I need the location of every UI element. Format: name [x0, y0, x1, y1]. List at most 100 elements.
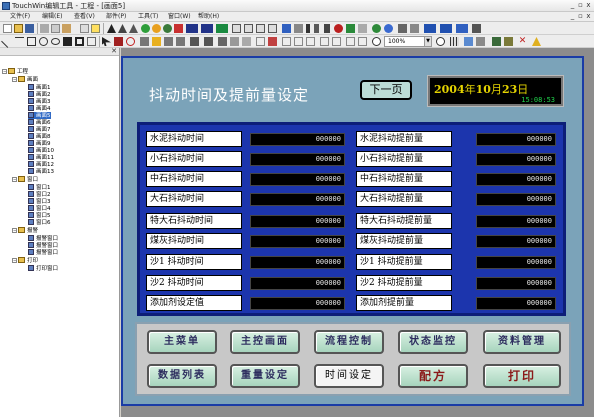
- color-icon[interactable]: [114, 37, 123, 46]
- tree-item-window6[interactable]: 窗口6: [28, 219, 51, 226]
- tree-item-alarm1[interactable]: 报警窗口: [28, 235, 58, 242]
- tree-folder-windows[interactable]: − 窗口: [12, 176, 38, 183]
- tree-item-alarm2[interactable]: 报警窗口: [28, 242, 58, 249]
- close-icon[interactable]: ✕: [111, 47, 117, 55]
- menu-edit[interactable]: 编辑(E): [42, 12, 62, 22]
- cut-icon[interactable]: [40, 24, 49, 33]
- tree-item-screen12[interactable]: 画面12: [28, 161, 54, 168]
- menu-view[interactable]: 查看(V): [74, 12, 95, 22]
- advance-value-field[interactable]: 000000: [476, 133, 556, 146]
- minimize-button[interactable]: _: [569, 2, 576, 9]
- tree-item-screen6[interactable]: 画面6: [28, 119, 51, 126]
- rectangle-tool-icon[interactable]: [27, 37, 36, 46]
- text-a-icon[interactable]: [107, 24, 116, 33]
- tree-item-screen8[interactable]: 画面8: [28, 133, 51, 140]
- grid-icon[interactable]: [346, 37, 355, 46]
- screen-button-icon[interactable]: [268, 24, 277, 33]
- align-center-icon[interactable]: [152, 37, 161, 46]
- same-size-icon[interactable]: [242, 37, 251, 46]
- run-icon[interactable]: [372, 24, 381, 33]
- switch-icon[interactable]: [174, 24, 183, 33]
- data-management-button[interactable]: 资料管理: [483, 330, 561, 354]
- align-bottom-icon[interactable]: [204, 37, 213, 46]
- align-middle-icon[interactable]: [190, 37, 199, 46]
- toggle-button-icon[interactable]: [256, 24, 265, 33]
- graph-icon[interactable]: [282, 24, 291, 33]
- tree-item-screen10[interactable]: 画面10: [28, 147, 54, 154]
- simulate-icon[interactable]: [384, 24, 393, 33]
- bar-part-icon[interactable]: [216, 24, 228, 33]
- tree-item-screen3[interactable]: 画面3: [28, 98, 51, 105]
- button-part-icon[interactable]: [186, 24, 198, 33]
- delete-icon[interactable]: ✕: [518, 37, 527, 46]
- help-icon[interactable]: [91, 24, 100, 33]
- advance-value-field[interactable]: 000000: [476, 215, 556, 228]
- same-width-icon[interactable]: [218, 37, 227, 46]
- table-tool-icon[interactable]: [87, 37, 96, 46]
- tree-folder-print[interactable]: − 打印: [12, 257, 38, 264]
- print-button[interactable]: 打印: [483, 364, 561, 388]
- lock-icon[interactable]: [324, 24, 330, 33]
- chart-icon[interactable]: [424, 24, 436, 33]
- copy-icon[interactable]: [51, 24, 60, 33]
- next-page-button[interactable]: 下一页: [360, 80, 412, 100]
- advance-value-field[interactable]: 000000: [476, 153, 556, 166]
- frame-tool-icon[interactable]: [75, 37, 84, 46]
- weight-setting-button[interactable]: 重量设定: [230, 364, 300, 388]
- menu-help[interactable]: 帮助(H): [198, 12, 219, 22]
- project-props-icon[interactable]: [504, 37, 513, 46]
- doc-restore-button[interactable]: ▫: [577, 13, 584, 20]
- select-pointer-icon[interactable]: [102, 37, 111, 46]
- tree-item-window5[interactable]: 窗口5: [28, 212, 51, 219]
- zoom-in-icon[interactable]: [436, 37, 445, 46]
- maximize-button[interactable]: ▫: [577, 2, 584, 9]
- tree-folder-screens[interactable]: − 画面: [12, 76, 38, 83]
- collapse-icon[interactable]: −: [2, 69, 7, 74]
- trend-icon[interactable]: [440, 24, 452, 33]
- target-icon[interactable]: [126, 37, 135, 46]
- print-icon[interactable]: [80, 24, 89, 33]
- main-menu-button[interactable]: 主菜单: [147, 330, 217, 354]
- tree-item-window1[interactable]: 窗口1: [28, 184, 51, 191]
- tree-item-screen13[interactable]: 画面13: [28, 168, 54, 175]
- group-icon[interactable]: [306, 37, 315, 46]
- home-icon[interactable]: [532, 37, 541, 46]
- advance-value-field[interactable]: 000000: [476, 173, 556, 186]
- advance-value-field[interactable]: 000000: [476, 235, 556, 248]
- align-top-icon[interactable]: [176, 37, 185, 46]
- upload-icon[interactable]: [358, 24, 367, 33]
- text-style-icon[interactable]: [129, 24, 138, 33]
- advance-value-field[interactable]: 000000: [476, 256, 556, 269]
- data-list-button[interactable]: 数据列表: [147, 364, 217, 388]
- menu-file[interactable]: 文件(F): [10, 12, 30, 22]
- lamp-icon[interactable]: [163, 24, 172, 33]
- tree-item-screen11[interactable]: 画面11: [28, 154, 54, 161]
- tree-item-screen7[interactable]: 画面7: [28, 126, 51, 133]
- main-control-button[interactable]: 主控画面: [230, 330, 300, 354]
- tree-item-screen9[interactable]: 画面9: [28, 140, 51, 147]
- settings-icon[interactable]: [410, 24, 419, 33]
- ellipse-tool-icon[interactable]: [51, 38, 60, 45]
- comm-icon[interactable]: [398, 24, 407, 33]
- collapse-icon[interactable]: −: [12, 228, 17, 233]
- snap-icon[interactable]: [358, 37, 367, 46]
- doc-minimize-button[interactable]: _: [569, 13, 576, 20]
- process-control-button[interactable]: 流程控制: [314, 330, 384, 354]
- data-icon[interactable]: [456, 24, 468, 33]
- advance-value-field[interactable]: 000000: [476, 297, 556, 310]
- close-button[interactable]: x: [585, 2, 592, 9]
- status-monitor-button[interactable]: 状态监控: [398, 330, 468, 354]
- open-folder-icon[interactable]: [14, 24, 23, 33]
- tree-item-screen5[interactable]: 画面5: [28, 112, 51, 119]
- time-value-field[interactable]: 000000: [250, 193, 345, 206]
- reset-button-icon[interactable]: [244, 24, 253, 33]
- collapse-icon[interactable]: −: [12, 258, 17, 263]
- advance-value-field[interactable]: 000000: [476, 193, 556, 206]
- indicator-icon[interactable]: [314, 24, 319, 33]
- indicator-part-icon[interactable]: [201, 24, 213, 33]
- tree-folder-alarm[interactable]: − 报警: [12, 227, 38, 234]
- tree-item-print1[interactable]: 打印窗口: [28, 265, 58, 272]
- same-height-icon[interactable]: [230, 37, 239, 46]
- line-tool-icon[interactable]: [1, 35, 14, 48]
- zoom-out-icon[interactable]: [372, 37, 381, 46]
